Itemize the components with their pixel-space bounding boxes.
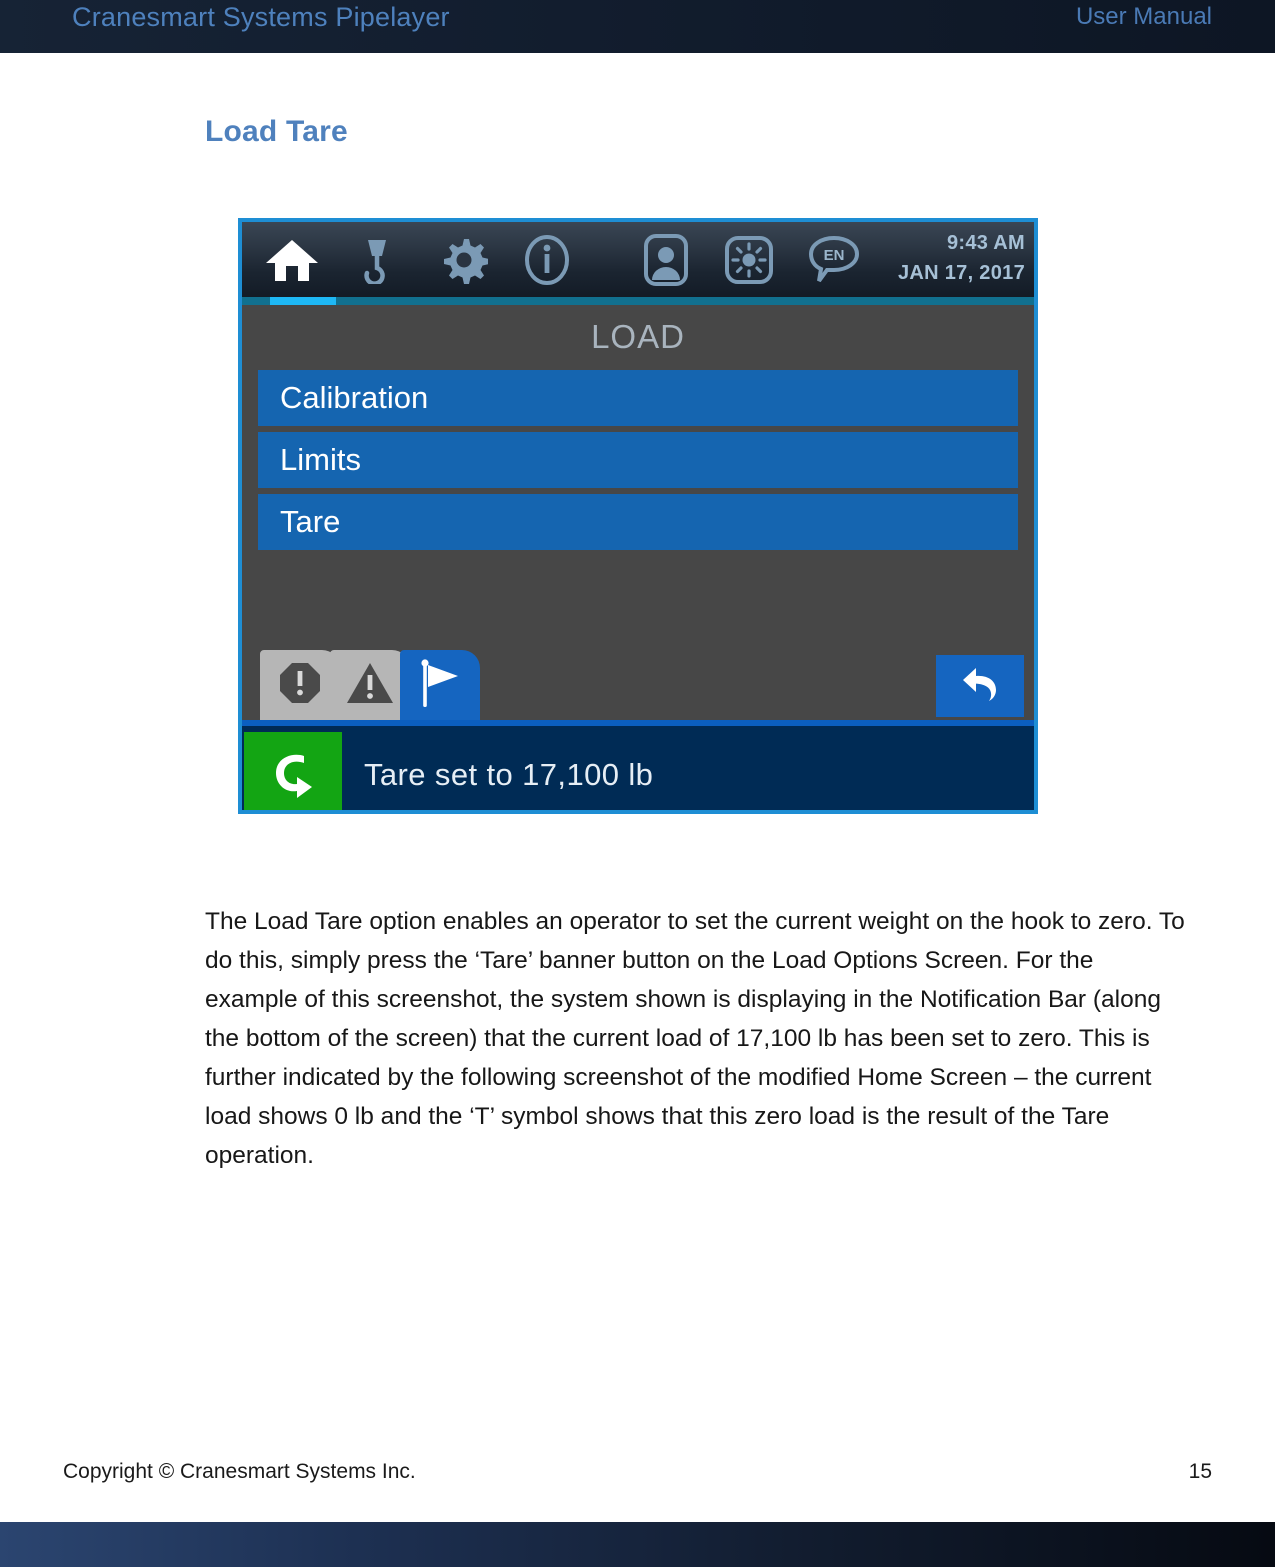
document-kind-label: User Manual [1075,3,1212,30]
footer-copyright: Copyright © Cranesmart Systems Inc. [63,1460,416,1483]
menu-item-limits[interactable]: Limits [258,432,1018,488]
nav-active-indicator [270,297,336,305]
device-status-bar: EN 9:43 AM JAN 17, 2017 [242,222,1034,297]
home-icon[interactable] [264,236,320,284]
person-icon[interactable] [644,233,688,286]
notification-text: Tare set to 17,100 lb [364,757,654,792]
footer-page-number: 15 [1188,1460,1212,1483]
status-date: JAN 17, 2017 [897,262,1025,284]
device-screen-body: LOAD Calibration Limits Tare [242,305,1034,720]
status-time: 9:43 AM [946,232,1025,254]
device-screenshot: EN 9:43 AM JAN 17, 2017 LOAD Calibration… [238,218,1038,814]
nav-indicator-rail [242,297,1034,305]
status-clock: 9:43 AM JAN 17, 2017 [898,228,1025,288]
notification-bar: Tare set to 17,100 lb [242,720,1034,810]
warning-tab[interactable] [330,650,410,720]
document-title: Cranesmart Systems Pipelayer [72,2,450,32]
tare-arrow-icon [244,732,342,810]
hook-icon[interactable] [360,236,394,284]
gear-icon[interactable] [440,236,488,284]
section-heading: Load Tare [205,115,348,148]
flag-tab[interactable] [400,650,480,720]
brightness-icon[interactable] [725,235,773,285]
svg-text:EN: EN [824,247,845,264]
flag-icon [417,657,463,714]
menu-item-tare[interactable]: Tare [258,494,1018,550]
alarm-stop-tab[interactable] [260,650,340,720]
page-header: Cranesmart Systems Pipelayer User Manual [0,0,1275,53]
screen-title: LOAD [591,318,685,355]
back-button[interactable] [936,655,1024,717]
menu-item-calibration[interactable]: Calibration [258,370,1018,426]
footer-band [0,1522,1275,1567]
body-paragraph: The Load Tare option enables an operator… [205,907,1185,1169]
back-arrow-icon [958,662,1002,711]
tab-strip [242,648,1034,720]
menu-list: Calibration Limits Tare [242,370,1034,550]
page-footer: Copyright © Cranesmart Systems Inc. 15 [0,1460,1275,1500]
info-icon[interactable] [524,234,570,286]
triangle-exclamation-icon [346,661,394,710]
language-icon[interactable]: EN [807,234,861,286]
octagon-exclamation-icon [278,661,322,710]
